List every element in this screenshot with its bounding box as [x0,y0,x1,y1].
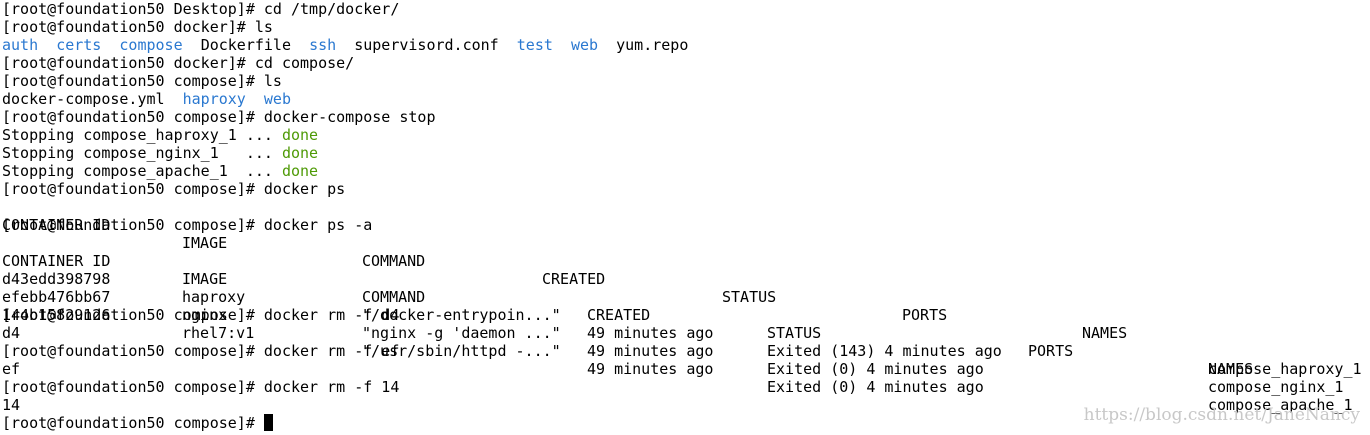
cell-command: "nginx -g 'daemon ..." [362,324,561,342]
psa-header: CONTAINER ID IMAGE COMMAND CREATED STATU… [2,234,1370,378]
file-entry: docker-compose.yml [2,90,165,108]
dir-entry: ssh [309,36,337,54]
stop-text: Stopping compose_apache_1 ... [2,162,282,180]
ls-output: docker-compose.yml haproxy web [2,90,1370,108]
cell-created: 49 minutes ago [587,342,714,360]
col-ports: PORTS [1028,342,1074,360]
cell-image: rhel7:v1 [182,324,255,342]
terminal-window[interactable]: [root@foundation50 Desktop]# cd /tmp/doc… [0,0,1370,435]
dir-entry: web [263,90,291,108]
file-entry: supervisord.conf [354,36,499,54]
cell-command: "/usr/sbin/httpd -..." [362,342,561,360]
dir-entry: compose [119,36,183,54]
done-status: done [281,144,319,162]
terminal-line: [root@foundation50 docker]# cd compose/ [2,54,355,72]
terminal-line: [root@foundation50 Desktop]# cd /tmp/doc… [2,0,400,18]
stop-line: Stopping compose_apache_1 ... done [2,162,1370,180]
dir-entry: test [516,36,553,54]
dir-entry: auth [2,36,39,54]
cell-image: nginx [182,306,228,324]
col-names: NAMES [1082,324,1128,342]
dir-entry: certs [56,36,102,54]
cell-names: compose_haproxy_1 [1208,360,1362,378]
cell-container-id: 144b15829126 [2,306,111,324]
watermark: https://blog.csdn.net/JaneNancy [1083,405,1360,425]
stop-text: Stopping compose_haproxy_1 ... [2,126,282,144]
terminal-line: [root@foundation50 compose]# docker rm -… [2,378,400,396]
cell-created: 49 minutes ago [587,324,714,342]
stop-line: Stopping compose_haproxy_1 ... done [2,126,1370,144]
text-cursor[interactable] [263,414,273,431]
col-status: STATUS [767,324,822,342]
col-ports: PORTS [902,306,948,324]
dir-entry: web [570,36,599,54]
cell-status: Exited (0) 4 minutes ago [767,378,984,396]
file-entry: Dockerfile [200,36,291,54]
table-row: efebb476bb67 nginx "nginx -g 'daemon ...… [2,270,1370,396]
terminal-line: [root@foundation50 compose]# ls [2,72,282,90]
stop-line: Stopping compose_nginx_1 ... done [2,144,1370,162]
cell-names: compose_nginx_1 [1208,378,1344,396]
ls-output: auth certs compose Dockerfile ssh superv… [2,36,1370,54]
done-status: done [281,162,319,180]
cell-created: 49 minutes ago [587,360,714,378]
cell-command: "/docker-entrypoin..." [362,306,561,324]
terminal-line: [root@foundation50 compose]# docker-comp… [2,108,436,126]
file-entry: yum.repo [616,36,689,54]
dir-entry: haproxy [182,90,246,108]
table-row: 144b15829126 rhel7:v1 "/usr/sbin/httpd -… [2,288,1370,414]
done-status: done [281,126,319,144]
cell-status: Exited (0) 4 minutes ago [767,360,984,378]
stop-text: Stopping compose_nginx_1 ... [2,144,282,162]
col-created: CREATED [587,306,651,324]
prompt: [root@foundation50 compose]# [2,414,264,432]
col-container-id: CONTAINER ID [2,216,111,234]
terminal-line: [root@foundation50 docker]# ls [2,18,273,36]
cell-status: Exited (143) 4 minutes ago [767,342,1002,360]
table-row: d43edd398798 haproxy "/docker-entrypoin.… [2,252,1370,378]
ps-header: CONTAINER ID IMAGE COMMAND CREATED STATU… [2,198,1370,342]
terminal-line: [root@foundation50 compose]# docker ps -… [2,216,373,234]
terminal-line: [root@foundation50 compose]# docker ps [2,180,346,198]
